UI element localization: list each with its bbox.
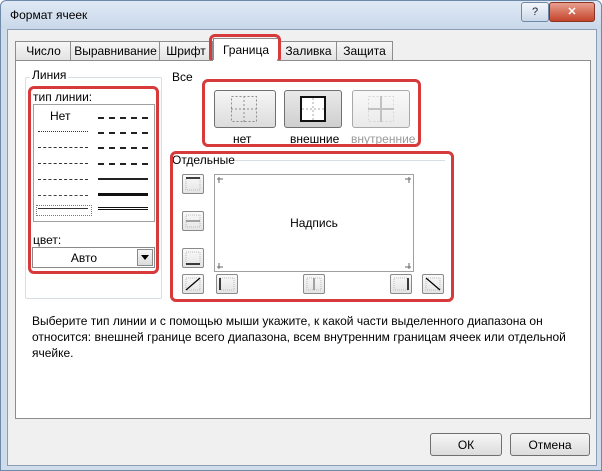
help-button[interactable]: ? bbox=[521, 2, 549, 22]
line-group-title: Линия bbox=[30, 68, 69, 82]
close-button[interactable]: ✕ bbox=[549, 2, 595, 22]
presets-highlight bbox=[202, 79, 421, 147]
tab-fill[interactable]: Заливка bbox=[279, 41, 338, 60]
border-section-highlight bbox=[170, 151, 454, 302]
tab-number[interactable]: Число bbox=[15, 41, 72, 60]
dialog-title: Формат ячеек bbox=[10, 8, 88, 22]
line-group-highlight bbox=[28, 86, 159, 274]
dialog-window: Формат ячеек ? ✕ Число Выравнивание Шриф… bbox=[0, 0, 602, 471]
cancel-button[interactable]: Отмена bbox=[510, 433, 590, 456]
tab-alignment[interactable]: Выравнивание bbox=[70, 41, 161, 60]
tab-protection[interactable]: Защита bbox=[336, 41, 393, 60]
title-bar[interactable]: Формат ячеек ? ✕ bbox=[1, 1, 601, 29]
presets-title: Все bbox=[172, 70, 193, 84]
tab-font[interactable]: Шрифт bbox=[159, 41, 213, 60]
description-text: Выберите тип линии и с помощью мыши укаж… bbox=[32, 314, 566, 360]
ok-button[interactable]: ОК bbox=[430, 433, 502, 456]
